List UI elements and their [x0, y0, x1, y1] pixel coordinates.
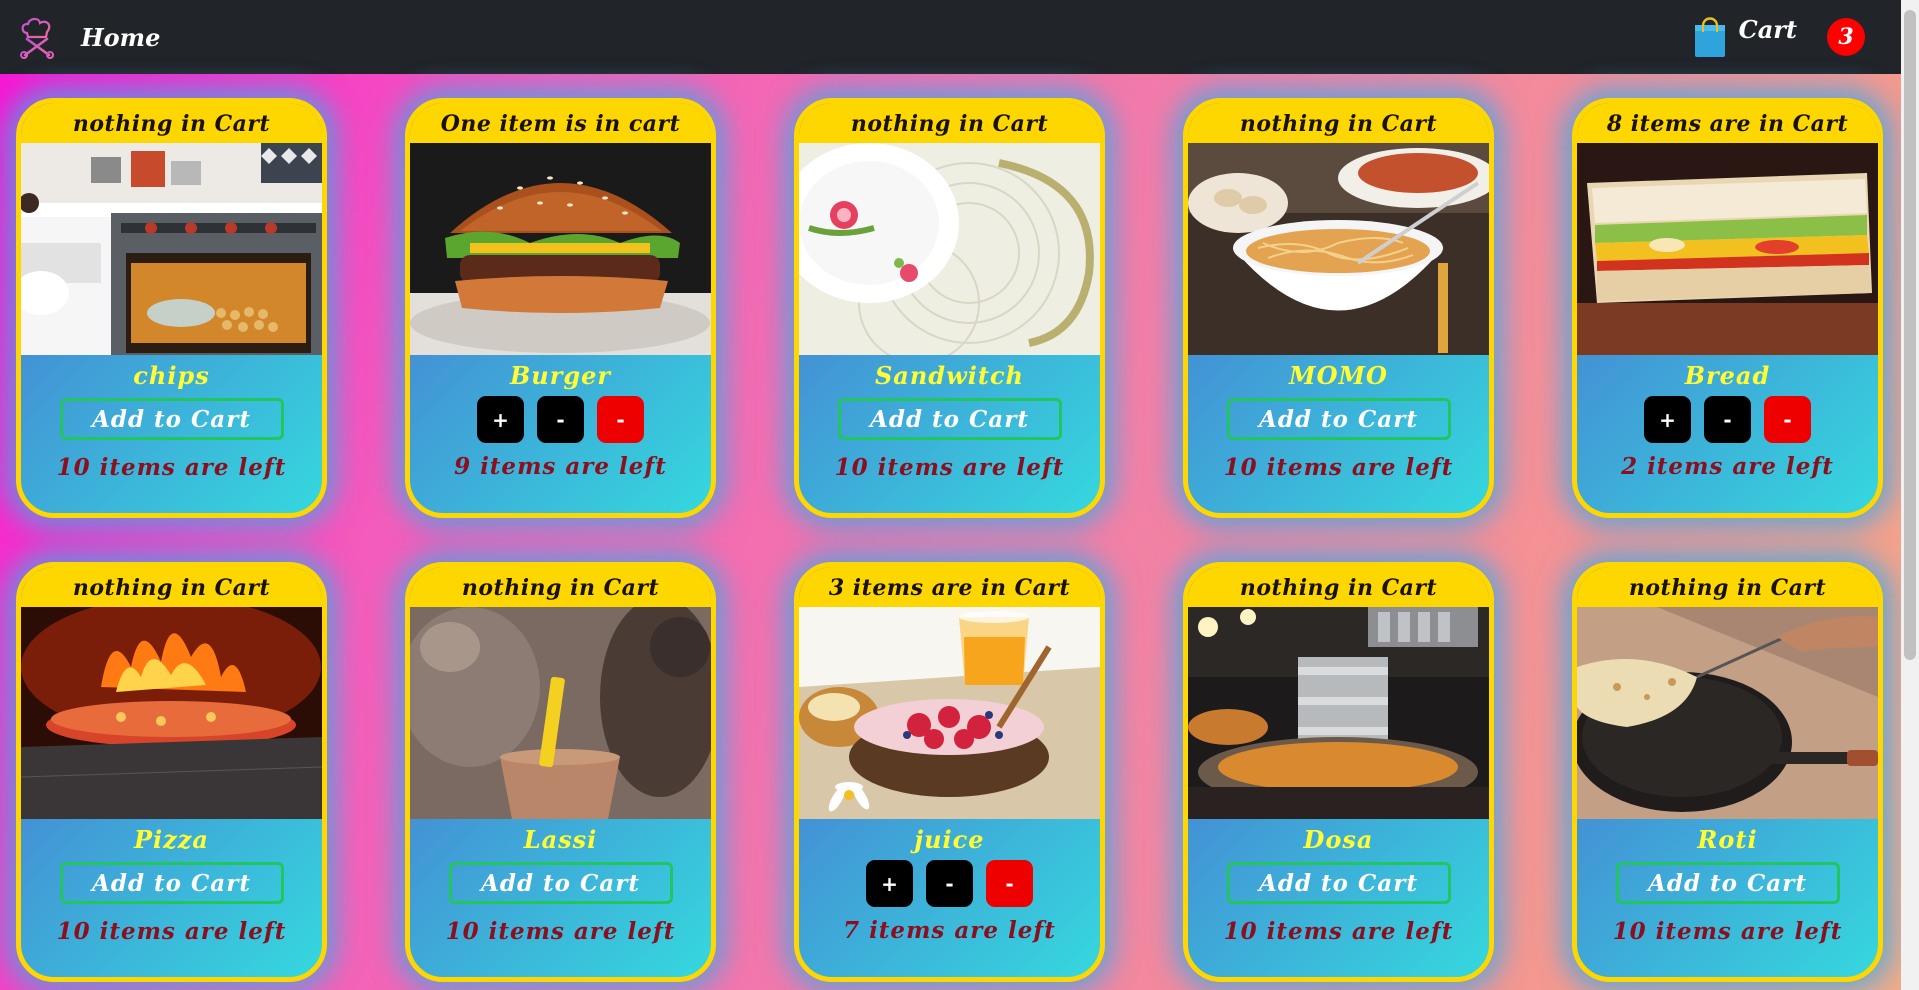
- product-card: nothing in Cart Pizza Add to Cart 10 ite…: [16, 562, 327, 982]
- stock-remaining: 10 items are left: [445, 918, 676, 945]
- add-to-cart-button[interactable]: Add to Cart: [59, 398, 284, 440]
- burger-image: [410, 143, 711, 355]
- product-name: juice: [914, 825, 985, 854]
- card-body: Pizza Add to Cart 10 items are left: [21, 819, 322, 977]
- product-grid: nothing in Cart chips Add to Cart 10 ite…: [16, 98, 1884, 982]
- quantity-controls: + - -: [477, 396, 644, 443]
- product-name: MOMO: [1289, 361, 1388, 390]
- product-name: chips: [133, 361, 210, 390]
- stock-remaining: 10 items are left: [1223, 454, 1454, 481]
- product-card: nothing in Cart Sandwitch Add to Cart 10…: [794, 98, 1105, 518]
- stock-remaining: 10 items are left: [56, 918, 287, 945]
- stock-remaining: 10 items are left: [834, 454, 1065, 481]
- add-to-cart-button[interactable]: Add to Cart: [59, 862, 284, 904]
- quantity-controls: + - -: [1644, 396, 1811, 443]
- cart-link[interactable]: Cart 3: [1693, 12, 1865, 58]
- lassi-cup-image: [410, 607, 711, 819]
- chef-hat-logo-icon: [20, 17, 54, 59]
- stock-remaining: 10 items are left: [1223, 918, 1454, 945]
- navbar: Home Cart 3: [0, 0, 1919, 74]
- card-body: Burger + - - 9 items are left: [410, 355, 711, 513]
- product-name: Pizza: [134, 825, 209, 854]
- remove-from-cart-button[interactable]: -: [986, 860, 1033, 907]
- cart-status-header: nothing in Cart: [1188, 103, 1489, 143]
- cart-status-header: 8 items are in Cart: [1577, 103, 1878, 143]
- card-body: Bread + - - 2 items are left: [1577, 355, 1878, 513]
- remove-from-cart-button[interactable]: -: [597, 396, 644, 443]
- product-card: 8 items are in Cart Bread + - - 2 items …: [1572, 98, 1883, 518]
- home-label: Home: [81, 22, 161, 52]
- decrease-quantity-button[interactable]: -: [926, 860, 973, 907]
- product-name: Lassi: [523, 825, 598, 854]
- card-body: Lassi Add to Cart 10 items are left: [410, 819, 711, 977]
- roti-pan-image: [1577, 607, 1878, 819]
- add-to-cart-button[interactable]: Add to Cart: [448, 862, 673, 904]
- cart-status-header: One item is in cart: [410, 103, 711, 143]
- cart-count-badge: 3: [1827, 18, 1865, 56]
- product-name: Dosa: [1303, 825, 1374, 854]
- add-to-cart-button[interactable]: Add to Cart: [1615, 862, 1840, 904]
- product-card: nothing in Cart Lassi Add to Cart 10 ite…: [405, 562, 716, 982]
- pizza-oven-image: [21, 607, 322, 819]
- add-to-cart-button[interactable]: Add to Cart: [1226, 862, 1451, 904]
- scrollbar-thumb[interactable]: [1904, 10, 1916, 660]
- cart-status-header: 3 items are in Cart: [799, 567, 1100, 607]
- cart-status-header: nothing in Cart: [1577, 567, 1878, 607]
- bread-sandwich-image: [1577, 143, 1878, 355]
- increase-quantity-button[interactable]: +: [866, 860, 913, 907]
- stock-remaining: 2 items are left: [1621, 453, 1834, 480]
- card-body: Roti Add to Cart 10 items are left: [1577, 819, 1878, 977]
- shopping-bag-icon: [1694, 17, 1725, 57]
- page-scrollbar[interactable]: [1901, 0, 1919, 990]
- product-name: Sandwitch: [874, 361, 1025, 390]
- decrease-quantity-button[interactable]: -: [537, 396, 584, 443]
- cart-status-header: nothing in Cart: [410, 567, 711, 607]
- product-card: nothing in Cart MOMO Add to Cart 10 item…: [1183, 98, 1494, 518]
- stock-remaining: 9 items are left: [454, 453, 667, 480]
- momo-noodles-image: [1188, 143, 1489, 355]
- card-body: juice + - - 7 items are left: [799, 819, 1100, 977]
- decrease-quantity-button[interactable]: -: [1704, 396, 1751, 443]
- home-link[interactable]: Home: [15, 15, 160, 59]
- remove-from-cart-button[interactable]: -: [1764, 396, 1811, 443]
- cart-status-header: nothing in Cart: [21, 103, 322, 143]
- card-body: chips Add to Cart 10 items are left: [21, 355, 322, 513]
- product-card: nothing in Cart chips Add to Cart 10 ite…: [16, 98, 327, 518]
- cart-status-header: nothing in Cart: [1188, 567, 1489, 607]
- card-body: Sandwitch Add to Cart 10 items are left: [799, 355, 1100, 513]
- juice-bowl-image: [799, 607, 1100, 819]
- product-card: 3 items are in Cart juice + - - 7 items …: [794, 562, 1105, 982]
- cart-status-header: nothing in Cart: [21, 567, 322, 607]
- increase-quantity-button[interactable]: +: [477, 396, 524, 443]
- card-body: MOMO Add to Cart 10 items are left: [1188, 355, 1489, 513]
- product-card: nothing in Cart Dosa Add to Cart 10 item…: [1183, 562, 1494, 982]
- sandwich-plate-image: [799, 143, 1100, 355]
- add-to-cart-button[interactable]: Add to Cart: [1226, 398, 1451, 440]
- product-name: Bread: [1684, 361, 1771, 390]
- cart-status-header: nothing in Cart: [799, 103, 1100, 143]
- product-name: Burger: [509, 361, 612, 390]
- chips-oven-image: [21, 143, 322, 355]
- cart-label: Cart: [1738, 14, 1797, 44]
- card-body: Dosa Add to Cart 10 items are left: [1188, 819, 1489, 977]
- add-to-cart-button[interactable]: Add to Cart: [837, 398, 1062, 440]
- product-card: nothing in Cart Roti Add to Cart 10 item…: [1572, 562, 1883, 982]
- stock-remaining: 10 items are left: [1612, 918, 1843, 945]
- dosa-stall-image: [1188, 607, 1489, 819]
- product-name: Roti: [1697, 825, 1758, 854]
- quantity-controls: + - -: [866, 860, 1033, 907]
- stock-remaining: 10 items are left: [56, 454, 287, 481]
- stock-remaining: 7 items are left: [843, 917, 1056, 944]
- product-card: One item is in cart Burger + - - 9 items…: [405, 98, 716, 518]
- increase-quantity-button[interactable]: +: [1644, 396, 1691, 443]
